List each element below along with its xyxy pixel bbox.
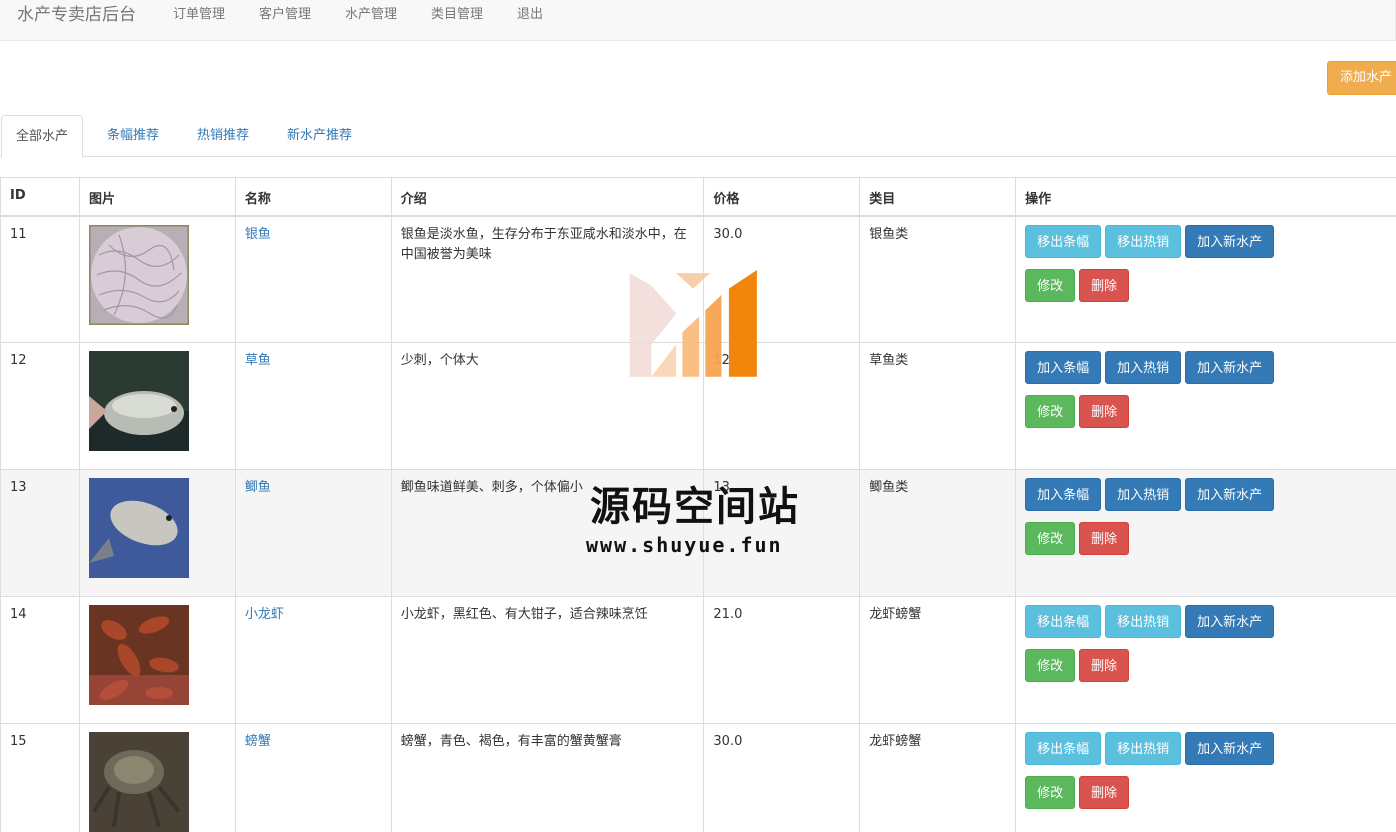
product-image xyxy=(88,605,189,705)
tab-all[interactable]: 全部水产 xyxy=(1,115,84,158)
cell-actions: 移出条幅 移出热销 加入新水产 修改 删除 xyxy=(1015,215,1396,343)
toggle-new-button[interactable]: 加入新水产 xyxy=(1185,605,1275,638)
table-row: 15 螃蟹 螃蟹，青色、褐色，有丰富的蟹黄蟹膏 30.0 龙虾螃蟹 移出条幅 移… xyxy=(0,723,1396,832)
product-image xyxy=(88,478,189,578)
watermark-url: www.shuyue.fun xyxy=(586,533,783,557)
toggle-banner-button[interactable]: 移出条幅 xyxy=(1025,732,1102,765)
header-price: 价格 xyxy=(703,177,861,217)
toggle-hot-button[interactable]: 移出热销 xyxy=(1105,224,1182,258)
cell-name: 草鱼 xyxy=(234,342,392,470)
header-id: ID xyxy=(0,177,80,217)
toggle-banner-button[interactable]: 移出条幅 xyxy=(1025,605,1102,638)
product-name-link[interactable]: 螃蟹 xyxy=(245,734,271,749)
nav-products[interactable]: 水产管理 xyxy=(345,5,397,25)
toggle-banner-button[interactable]: 移出条幅 xyxy=(1025,224,1102,258)
cell-price: 12 xyxy=(703,342,861,470)
header-category: 类目 xyxy=(859,177,1017,217)
cell-name: 小龙虾 xyxy=(234,596,392,724)
toggle-banner-button[interactable]: 加入条幅 xyxy=(1025,478,1102,511)
cell-category: 草鱼类 xyxy=(859,342,1017,470)
cell-id: 12 xyxy=(0,342,80,470)
tab-banner[interactable]: 条幅推荐 xyxy=(107,115,159,157)
cell-image xyxy=(78,469,236,597)
delete-button[interactable]: 删除 xyxy=(1079,649,1130,682)
cell-actions: 加入条幅 加入热销 加入新水产 修改 删除 xyxy=(1015,342,1396,470)
tab-hot[interactable]: 热销推荐 xyxy=(197,115,249,157)
cell-intro: 螃蟹，青色、褐色，有丰富的蟹黄蟹膏 xyxy=(390,723,705,832)
top-navbar: 水产专卖店后台 订单管理 客户管理 水产管理 类目管理 退出 xyxy=(0,0,1396,41)
cell-category: 银鱼类 xyxy=(859,215,1017,343)
cell-id: 15 xyxy=(0,723,80,832)
cell-id: 14 xyxy=(0,596,80,724)
product-name-link[interactable]: 小龙虾 xyxy=(245,607,284,622)
cell-name: 鲫鱼 xyxy=(234,469,392,597)
cell-actions: 移出条幅 移出热销 加入新水产 修改 删除 xyxy=(1015,723,1396,832)
filter-tabs: 全部水产 条幅推荐 热销推荐 新水产推荐 xyxy=(0,115,1396,158)
cell-actions: 移出条幅 移出热销 加入新水产 修改 删除 xyxy=(1015,596,1396,724)
header-image: 图片 xyxy=(78,177,236,217)
cell-category: 龙虾螃蟹 xyxy=(859,723,1017,832)
add-product-button[interactable]: 添加水产 xyxy=(1327,61,1396,95)
cell-price: 30.0 xyxy=(703,723,861,832)
header-intro: 介绍 xyxy=(390,177,705,217)
edit-button[interactable]: 修改 xyxy=(1025,776,1076,809)
table-row: 11 银鱼 银鱼是淡水鱼，生存分布于东亚咸水和淡水中，在中国被誉为美味 30.0… xyxy=(0,215,1396,343)
cell-intro: 小龙虾，黑红色、有大钳子，适合辣味烹饪 xyxy=(390,596,705,724)
brand-title[interactable]: 水产专卖店后台 xyxy=(17,3,136,27)
header-actions: 操作 xyxy=(1015,177,1396,217)
cell-price: 30.0 xyxy=(703,215,861,343)
edit-button[interactable]: 修改 xyxy=(1025,522,1076,555)
edit-button[interactable]: 修改 xyxy=(1025,395,1076,428)
toggle-hot-button[interactable]: 移出热销 xyxy=(1105,732,1182,765)
watermark-title: 源码空间站 xyxy=(590,484,800,530)
product-image xyxy=(88,732,189,832)
cell-id: 11 xyxy=(0,215,80,343)
product-image xyxy=(88,351,189,451)
delete-button[interactable]: 删除 xyxy=(1079,268,1130,302)
toggle-hot-button[interactable]: 移出热销 xyxy=(1105,605,1182,638)
table-row: 12 草鱼 少刺，个体大 12 草鱼类 加入条幅 加入热销 加入新水产 修改 删… xyxy=(0,342,1396,470)
nav-orders[interactable]: 订单管理 xyxy=(173,5,225,25)
nav-customers[interactable]: 客户管理 xyxy=(259,5,311,25)
delete-button[interactable]: 删除 xyxy=(1079,776,1130,809)
toggle-banner-button[interactable]: 加入条幅 xyxy=(1025,351,1102,384)
toggle-hot-button[interactable]: 加入热销 xyxy=(1105,351,1182,384)
cell-image xyxy=(78,342,236,470)
cell-price: 21.0 xyxy=(703,596,861,724)
product-name-link[interactable]: 鲫鱼 xyxy=(245,480,271,495)
toggle-new-button[interactable]: 加入新水产 xyxy=(1185,351,1275,384)
cell-actions: 加入条幅 加入热销 加入新水产 修改 删除 xyxy=(1015,469,1396,597)
edit-button[interactable]: 修改 xyxy=(1025,268,1076,302)
table-header-row: ID 图片 名称 介绍 价格 类目 操作 xyxy=(0,177,1396,217)
cell-id: 13 xyxy=(0,469,80,597)
cell-name: 银鱼 xyxy=(234,215,392,343)
product-image xyxy=(88,224,189,325)
table-row: 14 小龙虾 小龙虾，黑红色、有大钳子，适合辣味烹饪 21.0 龙虾螃蟹 移出条… xyxy=(0,596,1396,724)
product-name-link[interactable]: 银鱼 xyxy=(245,227,271,242)
cell-image xyxy=(78,215,236,343)
toggle-new-button[interactable]: 加入新水产 xyxy=(1185,732,1275,765)
cell-image xyxy=(78,723,236,832)
delete-button[interactable]: 删除 xyxy=(1079,395,1130,428)
delete-button[interactable]: 删除 xyxy=(1079,522,1130,555)
header-name: 名称 xyxy=(234,177,392,217)
cell-name: 螃蟹 xyxy=(234,723,392,832)
toggle-hot-button[interactable]: 加入热销 xyxy=(1105,478,1182,511)
cell-intro: 银鱼是淡水鱼，生存分布于东亚咸水和淡水中，在中国被誉为美味 xyxy=(390,215,705,343)
cell-category: 龙虾螃蟹 xyxy=(859,596,1017,724)
toggle-new-button[interactable]: 加入新水产 xyxy=(1185,224,1275,258)
product-name-link[interactable]: 草鱼 xyxy=(245,353,271,368)
cell-category: 鲫鱼类 xyxy=(859,469,1017,597)
edit-button[interactable]: 修改 xyxy=(1025,649,1076,682)
nav-categories[interactable]: 类目管理 xyxy=(431,5,483,25)
toggle-new-button[interactable]: 加入新水产 xyxy=(1185,478,1275,511)
cell-intro: 少刺，个体大 xyxy=(390,342,705,470)
cell-image xyxy=(78,596,236,724)
nav-logout[interactable]: 退出 xyxy=(517,5,543,25)
tab-new[interactable]: 新水产推荐 xyxy=(287,115,352,157)
